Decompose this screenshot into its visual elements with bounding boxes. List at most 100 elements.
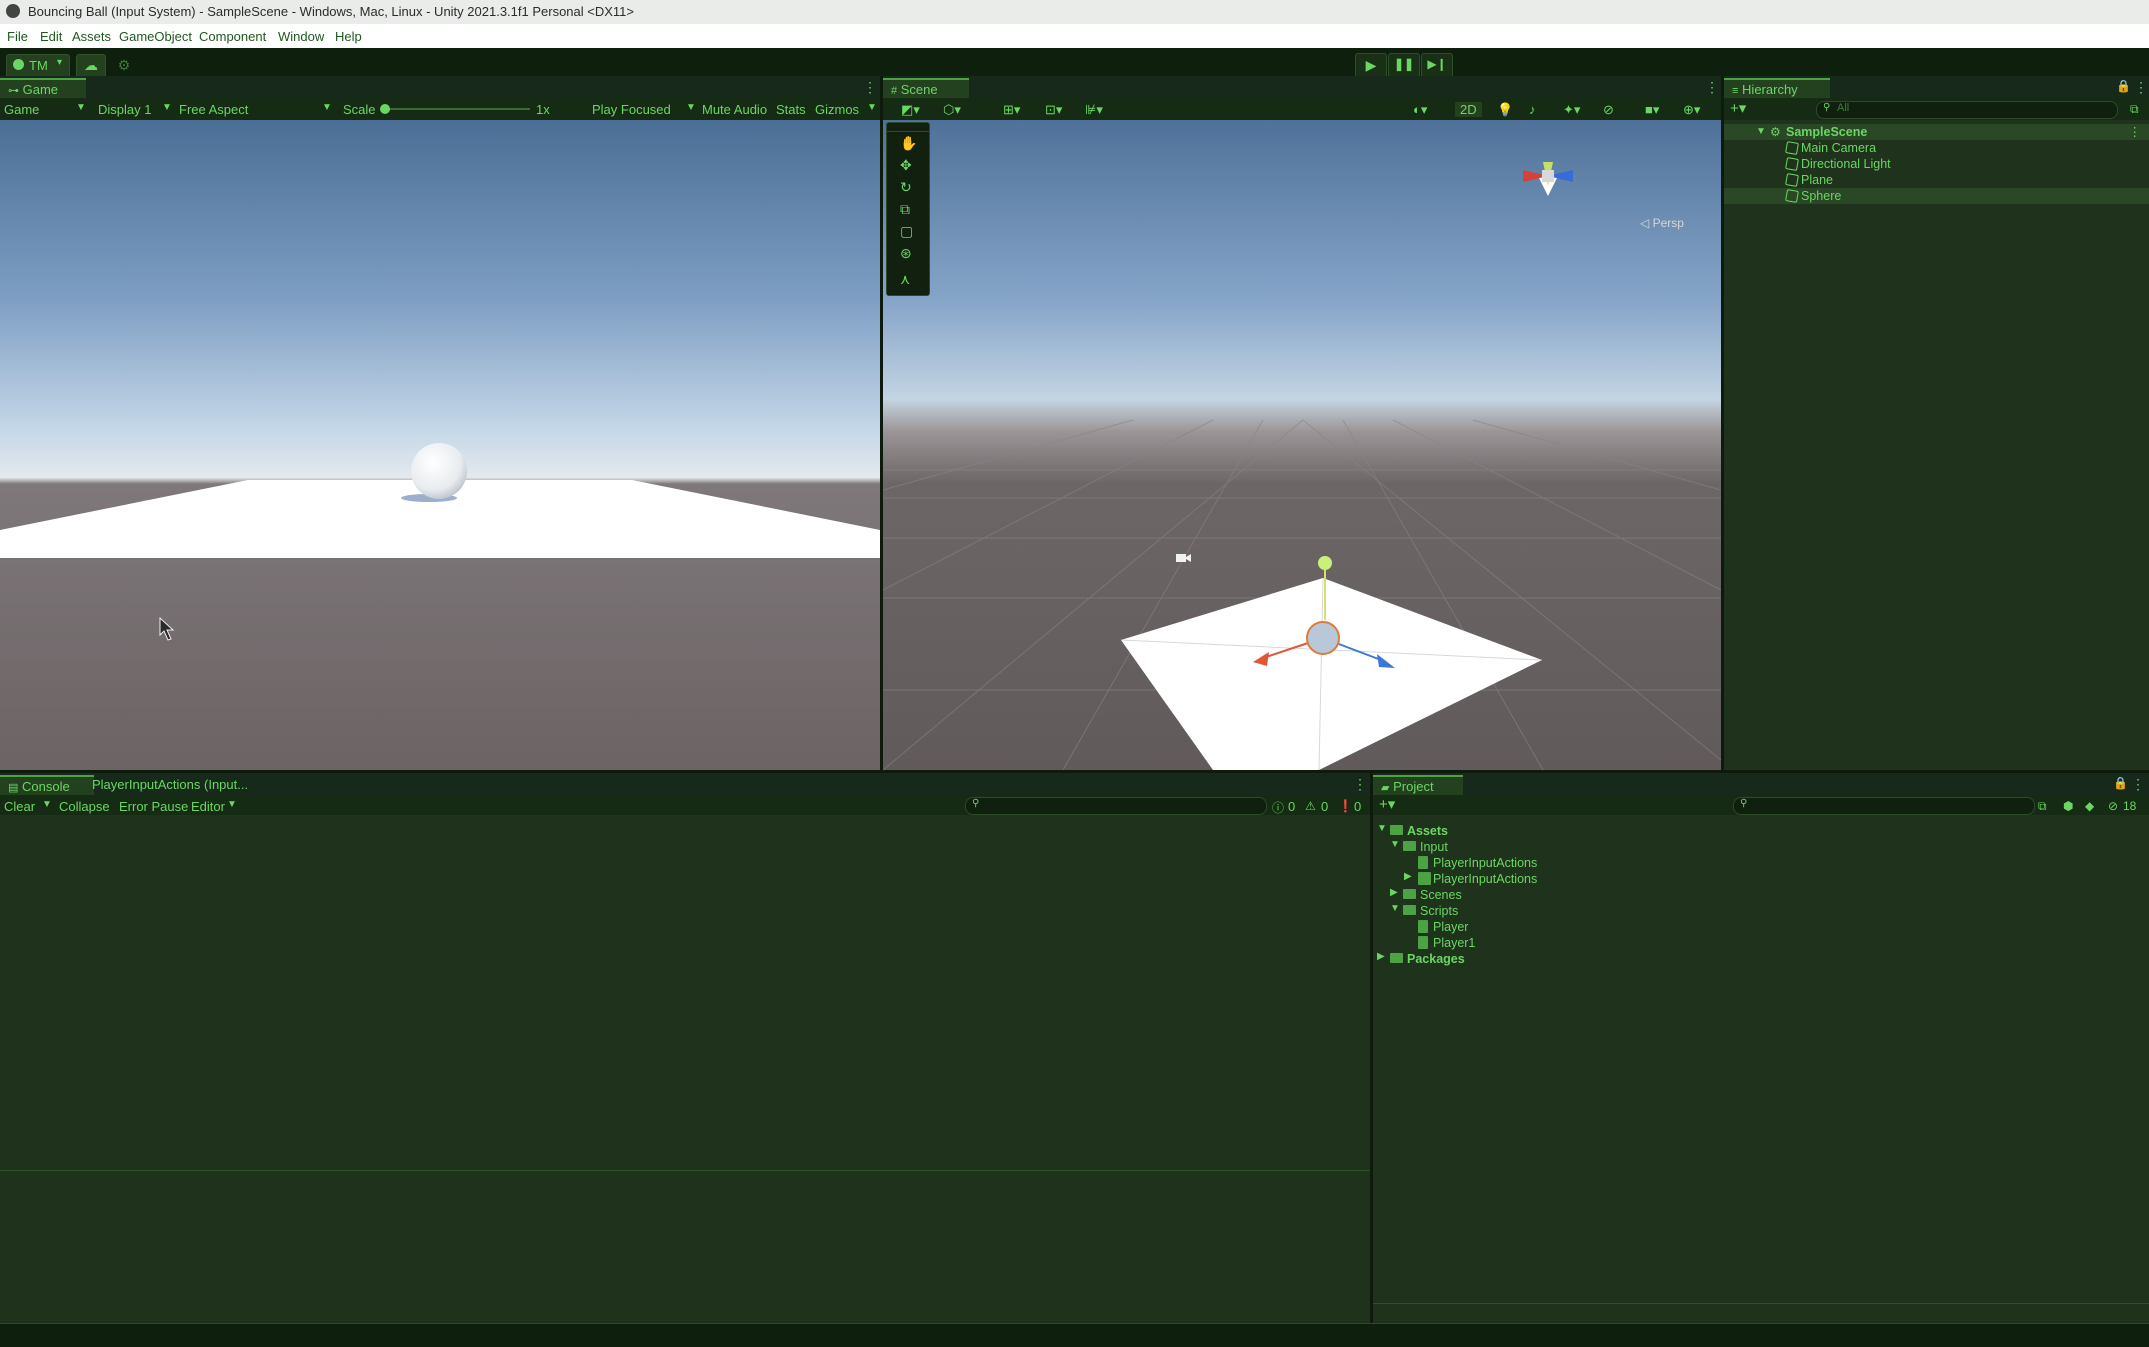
game-options-icon[interactable]: ⋮	[863, 79, 877, 96]
rotate-tool-icon[interactable]: ↻	[900, 179, 912, 196]
tag-icon[interactable]: ◆	[2085, 799, 2094, 813]
light-gizmo-icon[interactable]	[1318, 556, 1332, 570]
increment-snap-icon[interactable]: ⊯▾	[1085, 102, 1103, 118]
scale-slider[interactable]	[384, 108, 530, 110]
hierarchy-item[interactable]: Directional Light	[1724, 156, 2149, 172]
menu-file[interactable]: File	[7, 29, 28, 44]
hand-tool-icon[interactable]: ✋	[900, 135, 917, 152]
effects-icon[interactable]: ✦▾	[1563, 102, 1580, 118]
project-options-icon[interactable]: ⋮	[2131, 776, 2145, 793]
game-mode-dropdown[interactable]: Game	[4, 102, 39, 117]
tool-palette-handle[interactable]	[887, 123, 929, 132]
log-count[interactable]: 0	[1288, 799, 1295, 814]
display-dropdown[interactable]: Display 1	[98, 102, 151, 117]
project-item-scripts[interactable]: ▼ Scripts	[1373, 903, 2149, 919]
hierarchy-search-input[interactable]: ⚲ All	[1816, 101, 2118, 119]
account-button[interactable]: TM ▾	[6, 54, 70, 78]
menu-window[interactable]: Window	[278, 29, 324, 44]
hidden-objects-icon[interactable]: ⊘	[1603, 102, 1614, 118]
shading-icon[interactable]: ⬡▾	[943, 102, 961, 118]
search-by-label-icon[interactable]: ⬢	[2063, 799, 2073, 813]
warning-count[interactable]: 0	[1321, 799, 1328, 814]
add-object-button[interactable]: +▾	[1730, 99, 1746, 117]
project-item-assets[interactable]: ▼ Assets	[1373, 823, 2149, 839]
expand-arrow-icon[interactable]: ▼	[1756, 126, 1766, 137]
gizmos-dropdown[interactable]: Gizmos	[815, 102, 859, 117]
expand-arrow-icon[interactable]: ▼	[1390, 903, 1400, 914]
create-asset-button[interactable]: +▾	[1379, 795, 1395, 813]
search-icon: ⚲	[972, 798, 979, 809]
search-by-type-icon[interactable]: ⧉	[2038, 799, 2047, 814]
custom-tool-icon[interactable]: ⋏	[900, 271, 910, 288]
grid-snap-icon[interactable]: ⊞▾	[1003, 102, 1020, 118]
selected-sphere[interactable]	[1307, 622, 1339, 654]
console-search-input[interactable]: ⚲	[965, 797, 1267, 815]
folder-icon	[1390, 953, 1403, 963]
toggle-2d-button[interactable]: 2D	[1455, 102, 1482, 117]
hidden-packages-icon[interactable]: ⊘	[2108, 799, 2118, 813]
collapse-toggle[interactable]: Collapse	[59, 799, 110, 814]
console-detail-divider[interactable]	[0, 1170, 1370, 1171]
orientation-gizmo[interactable]	[1523, 120, 1721, 196]
scale-slider-handle[interactable]	[380, 104, 390, 114]
scene-viewport[interactable]: ✋ ✥ ↻ ⧉ ▢ ⊛ ⋏ ◁ Persp	[883, 120, 1721, 770]
scale-tool-icon[interactable]: ⧉	[900, 201, 910, 218]
camera-gizmo-icon[interactable]	[1176, 554, 1191, 562]
editor-dropdown[interactable]: Editor	[191, 799, 225, 814]
expand-arrow-icon[interactable]: ▶	[1404, 871, 1412, 882]
clear-button[interactable]: Clear	[4, 799, 35, 814]
menu-assets[interactable]: Assets	[72, 29, 111, 44]
project-item-packages[interactable]: ▶ Packages	[1373, 951, 2149, 967]
hierarchy-item-selected[interactable]: Sphere	[1724, 188, 2149, 204]
lighting-icon[interactable]: 💡	[1497, 102, 1513, 118]
error-count[interactable]: 0	[1354, 799, 1361, 814]
project-search-input[interactable]: ⚲	[1733, 797, 2035, 815]
collab-button[interactable]: ⚙	[112, 54, 136, 76]
lock-icon[interactable]: 🔒	[2116, 79, 2131, 93]
lock-icon[interactable]: 🔒	[2113, 776, 2128, 790]
hierarchy-options-icon[interactable]: ⋮	[2134, 79, 2148, 96]
hierarchy-scene-row[interactable]: ▼ ⚙ SampleScene ⋮	[1724, 124, 2149, 140]
console-options-icon[interactable]: ⋮	[1353, 776, 1367, 793]
draw-mode-icon[interactable]: ◩▾	[901, 102, 920, 118]
console-log-area[interactable]	[0, 815, 1370, 1323]
chevron-down-icon[interactable]: ▼	[42, 799, 52, 810]
grid-visibility-icon[interactable]: ⊡▾	[1045, 102, 1062, 118]
mute-audio-toggle[interactable]: Mute Audio	[702, 102, 767, 117]
hierarchy-item[interactable]: Plane	[1724, 172, 2149, 188]
expand-arrow-icon[interactable]: ▼	[1377, 823, 1387, 834]
persp-label[interactable]: ◁ Persp	[1640, 216, 1684, 230]
expand-arrow-icon[interactable]: ▶	[1377, 951, 1385, 962]
rect-tool-icon[interactable]: ▢	[900, 223, 913, 240]
project-item-script[interactable]: PlayerInputActions	[1373, 855, 2149, 871]
camera-icon[interactable]: ■▾	[1645, 102, 1659, 118]
cloud-button[interactable]: ☁	[76, 54, 106, 78]
hierarchy-item[interactable]: Main Camera	[1724, 140, 2149, 156]
menu-edit[interactable]: Edit	[40, 29, 62, 44]
move-tool-icon[interactable]: ✥	[900, 157, 912, 174]
aspect-dropdown[interactable]: Free Aspect	[179, 102, 248, 117]
project-item-script[interactable]: Player	[1373, 919, 2149, 935]
scene-options-icon[interactable]: ⋮	[2129, 124, 2142, 139]
scene-visibility-icon[interactable]: ⧉	[2130, 102, 2139, 117]
transform-tool-icon[interactable]: ⊛	[900, 245, 912, 262]
project-item-scenes[interactable]: ▶ Scenes	[1373, 887, 2149, 903]
project-tab-bar: ▰ Project 🔒 ⋮	[1373, 773, 2149, 795]
audio-icon[interactable]: ♪	[1529, 102, 1536, 117]
expand-arrow-icon[interactable]: ▶	[1390, 887, 1398, 898]
project-item-input[interactable]: ▼ Input	[1373, 839, 2149, 855]
error-pause-toggle[interactable]: Error Pause	[119, 799, 188, 814]
scene-options-icon[interactable]: ⋮	[1705, 79, 1719, 96]
stats-toggle[interactable]: Stats	[776, 102, 806, 117]
render-mode-icon[interactable]: ◐▾	[1413, 102, 1427, 118]
menu-gameobject[interactable]: GameObject	[119, 29, 192, 44]
project-item-input-actions[interactable]: ▶ PlayerInputActions	[1373, 871, 2149, 887]
gizmos-toggle-icon[interactable]: ⊕▾	[1683, 102, 1700, 118]
project-item-script[interactable]: Player1	[1373, 935, 2149, 951]
menu-component[interactable]: Component	[199, 29, 266, 44]
play-focused-dropdown[interactable]: Play Focused	[592, 102, 671, 117]
menu-help[interactable]: Help	[335, 29, 362, 44]
expand-arrow-icon[interactable]: ▼	[1390, 839, 1400, 850]
gizmo-center-cube[interactable]	[1542, 170, 1554, 182]
game-viewport[interactable]	[0, 120, 880, 770]
